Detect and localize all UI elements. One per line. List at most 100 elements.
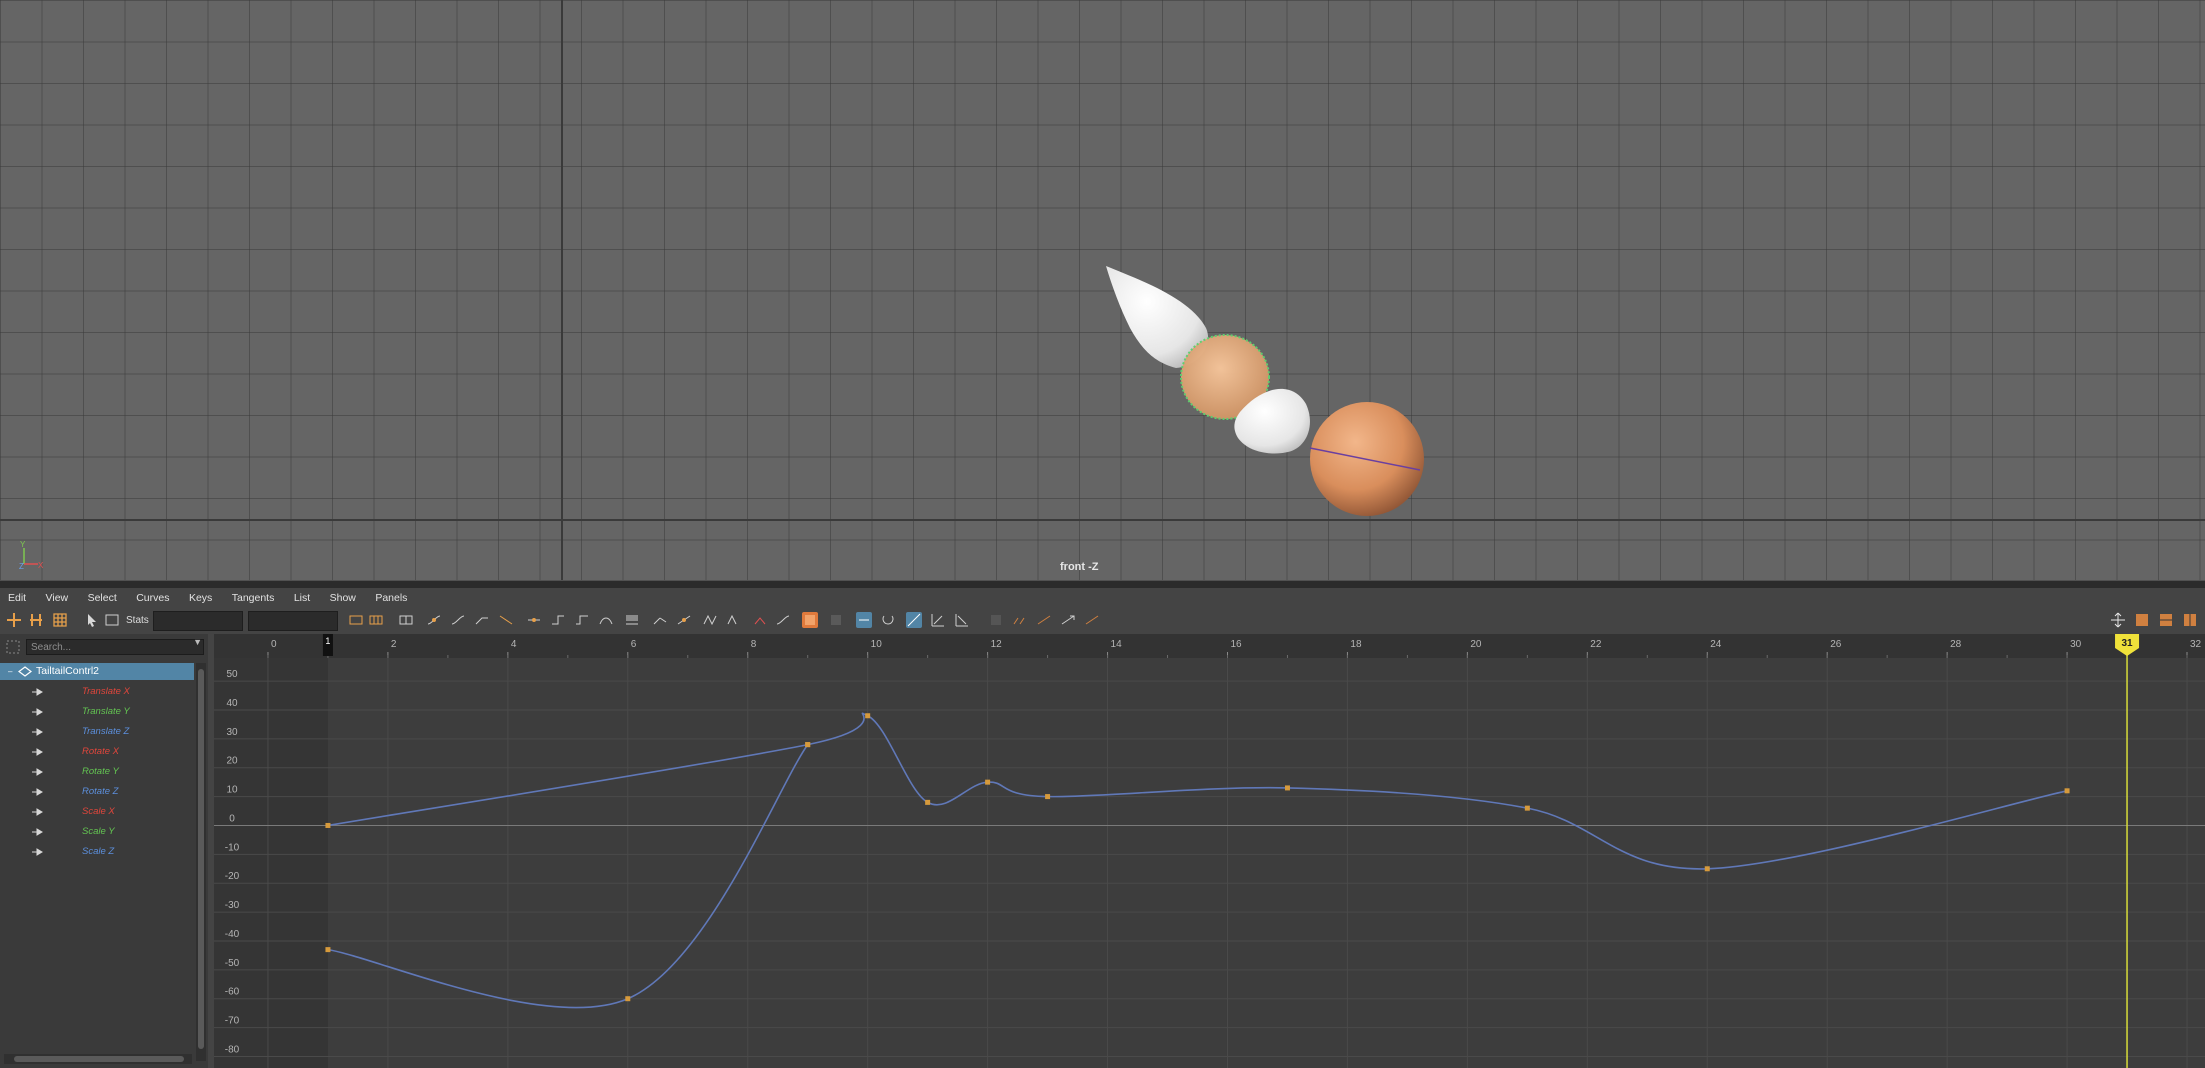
filter-icon[interactable] <box>6 640 20 654</box>
break-key-icon[interactable] <box>752 612 768 628</box>
unify-tangents-icon[interactable] <box>676 612 692 628</box>
channel-curve-icon <box>32 848 43 856</box>
snap-time-toggle-icon[interactable] <box>856 612 872 628</box>
value-tick-label: -40 <box>225 929 240 940</box>
channel-item[interactable]: Translate X <box>0 682 194 702</box>
region-tool-icon[interactable] <box>104 612 120 628</box>
outliner-search-input[interactable]: Search... <box>26 639 204 655</box>
keyframe-point[interactable] <box>1284 785 1290 791</box>
menu-view[interactable]: View <box>46 590 69 606</box>
infinity-icon[interactable] <box>988 612 1004 628</box>
frame-playback-icon[interactable] <box>368 612 384 628</box>
snap-value-icon[interactable] <box>880 612 896 628</box>
scroll-thumb[interactable] <box>14 1056 184 1062</box>
expand-toggle-icon[interactable]: – <box>8 663 12 680</box>
animation-curve-chart[interactable]: 0 2 4 6 8 10 12 14 16 18 20 22 24 26 28 30 3250403020100… <box>214 634 2205 1068</box>
channel-label: Rotate Z <box>82 786 119 797</box>
free-weight-icon[interactable] <box>702 612 718 628</box>
outliner-horizontal-scrollbar[interactable] <box>4 1054 192 1064</box>
key-stats-toggle-icon[interactable] <box>802 612 818 628</box>
channel-item[interactable]: Translate Z <box>0 722 194 742</box>
step-tangent-icon[interactable] <box>550 612 566 628</box>
frame-tick-label: 6 <box>631 639 637 650</box>
buffer-curve-icon[interactable] <box>624 612 640 628</box>
search-options-chevron-icon[interactable]: ▼ <box>193 637 202 647</box>
keyframe-point[interactable] <box>1704 866 1710 872</box>
plateau-tangent-icon[interactable] <box>598 612 614 628</box>
channel-curve-icon <box>32 768 43 776</box>
trax-layout-icon[interactable] <box>2182 612 2198 628</box>
center-current-time-icon[interactable] <box>398 612 414 628</box>
curve-editor-layout-icon[interactable] <box>2134 612 2150 628</box>
frame-tick-label: 8 <box>751 639 757 650</box>
animation-curve[interactable] <box>327 744 809 1009</box>
animation-curve[interactable] <box>327 712 2068 870</box>
viewport-scene[interactable] <box>0 0 2205 580</box>
keyframe-point[interactable] <box>805 742 811 748</box>
curve-normalize-icon[interactable] <box>775 612 791 628</box>
keyframe-point[interactable] <box>625 996 631 1002</box>
keyframe-point[interactable] <box>925 799 931 805</box>
absolute-view-icon[interactable] <box>954 612 970 628</box>
outliner-item-tailtail-control[interactable]: – TailtailContrl2 <box>0 663 194 680</box>
auto-tangent-icon[interactable] <box>426 612 442 628</box>
scroll-thumb[interactable] <box>198 669 204 1049</box>
channel-item[interactable]: Scale Y <box>0 822 194 842</box>
frame-tick-label: 24 <box>1710 639 1722 650</box>
menu-keys[interactable]: Keys <box>189 590 212 606</box>
spline-tangent-icon[interactable] <box>450 612 466 628</box>
viewport-panel[interactable]: Y X Z front -Z <box>0 0 2205 580</box>
move-key-tool-icon[interactable] <box>6 612 22 628</box>
menu-panels[interactable]: Panels <box>375 590 407 606</box>
menu-list[interactable]: List <box>294 590 310 606</box>
pre-infinity-icon[interactable] <box>1012 612 1028 628</box>
dopesheet-layout-icon[interactable] <box>2158 612 2174 628</box>
normalize-toggle-icon[interactable] <box>906 612 922 628</box>
menu-curves[interactable]: Curves <box>136 590 169 606</box>
graph-editor-menu-bar: Edit View Select Curves Keys Tangents Li… <box>0 588 2205 608</box>
frame-all-icon[interactable] <box>348 612 364 628</box>
keyframe-point[interactable] <box>1045 794 1051 800</box>
linear-tangent-icon[interactable] <box>498 612 514 628</box>
channel-item[interactable]: Rotate X <box>0 742 194 762</box>
menu-edit[interactable]: Edit <box>8 590 26 606</box>
keyframe-point[interactable] <box>1524 805 1530 811</box>
channel-item[interactable]: Translate Y <box>0 702 194 722</box>
keyframe-point[interactable] <box>865 713 871 719</box>
channel-label: Scale X <box>82 806 115 817</box>
channel-item[interactable]: Rotate Z <box>0 782 194 802</box>
clamped-tangent-icon[interactable] <box>474 612 490 628</box>
keyframe-point[interactable] <box>2064 788 2070 794</box>
axis-y-label: Y <box>20 540 26 549</box>
curve-graph-area[interactable]: 0 2 4 6 8 10 12 14 16 18 20 22 24 26 28 30 32 50 40 30 20 10 0… <box>214 634 2205 1068</box>
move-view-icon[interactable] <box>2110 612 2126 628</box>
channel-item[interactable]: Scale X <box>0 802 194 822</box>
menu-select[interactable]: Select <box>88 590 117 606</box>
insert-key-tool-icon[interactable] <box>28 612 44 628</box>
value-tick-label: 10 <box>226 785 238 796</box>
keyframe-point[interactable] <box>325 822 331 828</box>
lock-weight-icon[interactable] <box>726 612 742 628</box>
break-tangents-icon[interactable] <box>652 612 668 628</box>
channel-item[interactable]: Rotate Y <box>0 762 194 782</box>
retime-tool-icon[interactable] <box>1084 612 1100 628</box>
stats-value-field[interactable] <box>248 611 338 631</box>
menu-tangents[interactable]: Tangents <box>232 590 275 606</box>
menu-show[interactable]: Show <box>330 590 356 606</box>
value-tick-label: -60 <box>225 987 240 998</box>
stats-frame-field[interactable] <box>153 611 243 631</box>
cycle-offset-icon[interactable] <box>1060 612 1076 628</box>
dopesheet-icon[interactable] <box>828 612 844 628</box>
keyframe-point[interactable] <box>985 779 991 785</box>
outliner-vertical-scrollbar[interactable] <box>196 663 206 1061</box>
post-infinity-icon[interactable] <box>1036 612 1052 628</box>
channel-item[interactable]: Scale Z <box>0 842 194 862</box>
transform-node-icon <box>18 666 32 677</box>
step-next-tangent-icon[interactable] <box>574 612 590 628</box>
keyframe-point[interactable] <box>325 947 331 953</box>
value-tick-label: 50 <box>226 669 238 680</box>
lattice-deform-icon[interactable] <box>52 612 68 628</box>
select-arrow-icon[interactable] <box>84 612 100 628</box>
stacked-view-icon[interactable] <box>930 612 946 628</box>
flat-tangent-icon[interactable] <box>526 612 542 628</box>
